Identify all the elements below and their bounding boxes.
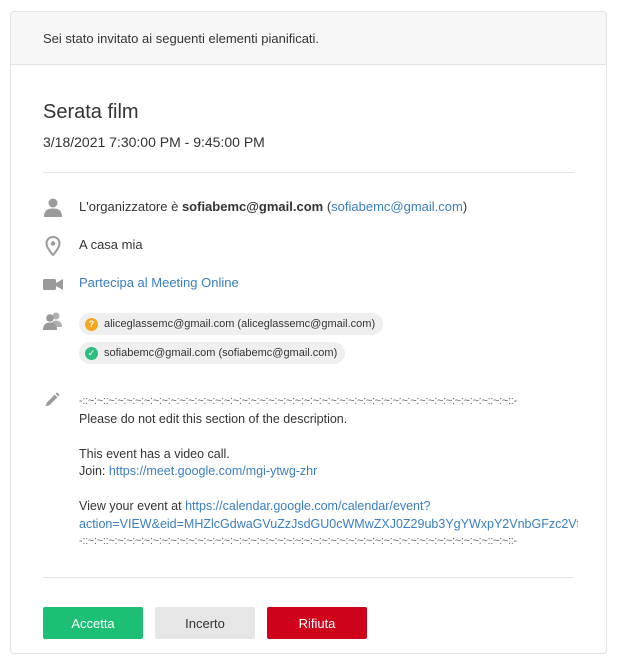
location-pin-icon — [45, 236, 61, 256]
location-row: A casa mia — [43, 235, 574, 257]
description-line: This event has a video call. — [79, 446, 230, 461]
description-separator: -::~:~::~:~:~:~:~:~:~:~:~:~:~:~:~:~:~:~:… — [79, 535, 517, 547]
event-title: Serata film — [43, 101, 139, 123]
question-icon: ? — [85, 317, 98, 331]
description-line: Please do not edit this section of the d… — [79, 411, 348, 426]
invitation-banner: Sei stato invitato ai seguenti elementi … — [11, 12, 606, 65]
check-icon: ✓ — [85, 346, 98, 360]
organizer-email-open: ( — [323, 199, 332, 214]
organizer-prefix: L'organizzatore è — [79, 199, 182, 214]
view-prefix: View your event at — [79, 499, 186, 513]
event-description: -::~:~::~:~:~:~:~:~:~:~:~:~:~:~:~:~:~:~:… — [79, 393, 578, 551]
attendees-row: ? aliceglassemc@gmail.com (aliceglassemc… — [43, 311, 574, 371]
calendar-event-link-continued[interactable]: action=VIEW&eid=MHZlcGdwaGVuZzJsdGU0cWMw… — [79, 517, 578, 531]
accept-button[interactable]: Accetta — [43, 607, 143, 639]
description-join: Join: https://meet.google.com/mgi-ytwg-z… — [79, 463, 578, 481]
attendees-icon — [43, 312, 62, 330]
join-online-meeting-link[interactable]: Partecipa al Meeting Online — [79, 275, 239, 290]
join-prefix: Join: — [79, 464, 109, 478]
description-view: View your event at https://calendar.goog… — [79, 498, 578, 516]
location-text: A casa mia — [79, 237, 143, 252]
tentative-button[interactable]: Incerto — [155, 607, 255, 639]
person-icon — [44, 198, 62, 217]
video-camera-icon — [43, 279, 63, 290]
organizer-row: L'organizzatore è sofiabemc@gmail.com (s… — [43, 197, 574, 219]
meet-link[interactable]: https://meet.google.com/mgi-ytwg-zhr — [109, 464, 317, 478]
attendee-chip: ✓ sofiabemc@gmail.com (sofiabemc@gmail.c… — [79, 342, 346, 364]
organizer-email-link[interactable]: sofiabemc@gmail.com — [331, 199, 463, 214]
divider — [43, 172, 574, 173]
attendee-label: aliceglassemc@gmail.com (aliceglassemc@g… — [104, 318, 376, 330]
attendee-chip: ? aliceglassemc@gmail.com (aliceglassemc… — [79, 313, 384, 335]
event-datetime: 3/18/2021 7:30:00 PM - 9:45:00 PM — [43, 134, 265, 150]
banner-text: Sei stato invitato ai seguenti elementi … — [43, 30, 320, 46]
attendee-label: sofiabemc@gmail.com (sofiabemc@gmail.com… — [104, 347, 338, 359]
decline-button[interactable]: Rifiuta — [267, 607, 367, 639]
organizer-email-close: ) — [462, 199, 468, 214]
calendar-event-link[interactable]: https://calendar.google.com/calendar/eve… — [185, 499, 430, 513]
divider — [43, 577, 574, 578]
online-meeting-row: Partecipa al Meeting Online — [43, 273, 574, 295]
organizer-text: L'organizzatore è sofiabemc@gmail.com (s… — [79, 199, 467, 214]
invitation-card: Sei stato invitato ai seguenti elementi … — [10, 11, 607, 654]
organizer-name: sofiabemc@gmail.com — [181, 199, 324, 214]
description-separator: -::~:~::~:~:~:~:~:~:~:~:~:~:~:~:~:~:~:~:… — [79, 395, 517, 407]
pencil-icon — [45, 392, 60, 407]
